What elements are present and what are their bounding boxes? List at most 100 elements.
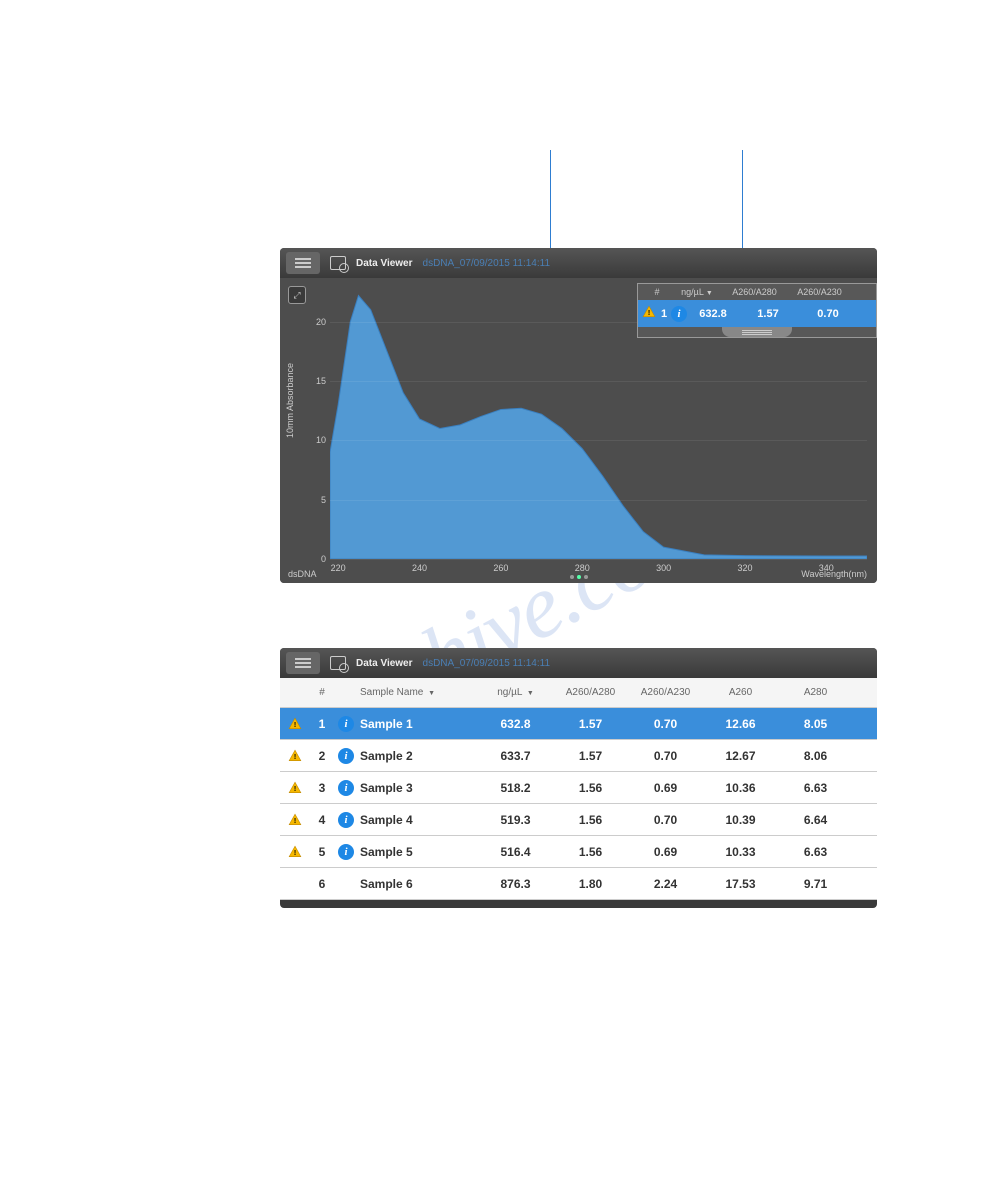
row-num: 5 [310,845,334,859]
toolbar: Data Viewer dsDNA_07/09/2015 11:14:11 [280,248,877,278]
svg-text:!: ! [294,721,296,728]
cell-ng: 518.2 [478,781,553,795]
sample-name: Sample 1 [358,717,478,731]
x-tick: 300 [656,563,671,573]
y-tick: 15 [310,376,326,386]
info-icon[interactable]: i [338,812,354,828]
cell-a280: 6.63 [778,845,853,859]
cell-a260: 10.39 [703,813,778,827]
cell-a260-a280: 1.56 [553,781,628,795]
row-r2: 0.70 [798,308,858,320]
info-icon[interactable]: i [671,306,687,322]
cell-ng: 876.3 [478,877,553,891]
row-r1: 1.57 [738,308,798,320]
x-tick: 280 [575,563,590,573]
col-a260-a230[interactable]: A260/A230 [787,287,852,297]
svg-text:!: ! [294,817,296,824]
col-ng[interactable]: ng/µL ▼ [478,687,553,698]
x-axis-label: Wavelength(nm) [801,569,867,579]
overlay-header: # ng/µL▼ A260/A280 A260/A230 [638,284,876,300]
cell-a260-a280: 1.56 [553,845,628,859]
row-num: 6 [310,877,334,891]
x-tick: 240 [412,563,427,573]
row-ng: 632.8 [688,308,738,320]
col-a260-a280[interactable]: A260/A280 [722,287,787,297]
warning-icon: ! [288,813,302,827]
cell-a260: 10.36 [703,781,778,795]
y-tick: 10 [310,435,326,445]
x-tick: 340 [819,563,834,573]
row-num: 2 [310,749,334,763]
dot-active[interactable] [577,575,581,579]
cell-a260: 10.33 [703,845,778,859]
cell-a260-a280: 1.80 [553,877,628,891]
table-row[interactable]: !3iSample 3518.21.560.6910.366.63 [280,772,877,804]
cell-a280: 9.71 [778,877,853,891]
info-icon[interactable]: i [338,748,354,764]
sample-name: Sample 5 [358,845,478,859]
row-num: 1 [658,308,670,320]
warning-icon: ! [288,749,302,763]
sample-name: Sample 3 [358,781,478,795]
menu-button[interactable] [286,252,320,274]
expand-button[interactable]: ⤢ [288,286,306,304]
col-a260-a280[interactable]: A260/A280 [553,687,628,698]
y-tick: 5 [310,495,326,505]
cell-ng: 516.4 [478,845,553,859]
y-tick: 0 [310,554,326,564]
callout-line [742,150,743,260]
cell-a260-a230: 0.69 [628,845,703,859]
sample-name: Sample 4 [358,813,478,827]
cell-a280: 6.63 [778,781,853,795]
chart-body: ⤢ 10mm Absorbance Wavelength(nm) dsDNA 0… [280,278,877,583]
menu-button[interactable] [286,652,320,674]
row-num: 1 [310,717,334,731]
cell-a260: 12.66 [703,717,778,731]
col-ng[interactable]: ng/µL▼ [672,287,722,297]
y-tick: 20 [310,317,326,327]
cell-a260-a280: 1.57 [553,717,628,731]
info-icon[interactable]: i [338,780,354,796]
row-num: 3 [310,781,334,795]
dot[interactable] [570,575,574,579]
toolbar: Data Viewer dsDNA_07/09/2015 11:14:11 [280,648,877,678]
overlay-table[interactable]: # ng/µL▼ A260/A280 A260/A230 ! 1 i 632.8… [637,283,877,338]
col-a260-a230[interactable]: A260/A230 [628,687,703,698]
warning-icon: ! [288,717,302,731]
info-icon[interactable]: i [338,844,354,860]
cell-a280: 8.06 [778,749,853,763]
col-num[interactable]: # [642,287,672,297]
table-row[interactable]: !2iSample 2633.71.570.7012.678.06 [280,740,877,772]
cell-a280: 8.05 [778,717,853,731]
app-title: Data Viewer [356,658,413,669]
data-viewer-icon[interactable] [330,656,346,670]
col-name[interactable]: Sample Name ▼ [358,687,478,698]
warning-icon: ! [288,781,302,795]
data-table: # Sample Name ▼ ng/µL ▼ A260/A280 A260/A… [280,678,877,900]
table-row[interactable]: 6Sample 6876.31.802.2417.539.71 [280,868,877,900]
cell-a260-a280: 1.57 [553,749,628,763]
table-row[interactable]: ! 5i Sample 5516.41.560.6910.336.63 [280,836,877,868]
cell-a260-a230: 0.70 [628,749,703,763]
warning-icon: ! [642,305,656,319]
filename-label[interactable]: dsDNA_07/09/2015 11:14:11 [423,258,551,269]
cell-a260: 12.67 [703,749,778,763]
data-viewer-icon[interactable] [330,256,346,270]
col-a280[interactable]: A280 [778,687,853,698]
dot[interactable] [584,575,588,579]
col-num[interactable]: # [310,687,334,698]
info-icon[interactable]: i [338,716,354,732]
filename-label[interactable]: dsDNA_07/09/2015 11:14:11 [423,658,551,669]
overlay-row[interactable]: ! 1 i 632.8 1.57 0.70 [638,300,876,327]
col-a260[interactable]: A260 [703,687,778,698]
drag-handle[interactable] [722,327,792,337]
page-dots[interactable] [570,575,588,579]
svg-text:!: ! [294,849,296,856]
cell-a260-a280: 1.56 [553,813,628,827]
table-row[interactable]: !1iSample 1632.81.570.7012.668.05 [280,708,877,740]
table-row[interactable]: !4iSample 4519.31.560.7010.396.64 [280,804,877,836]
cell-a260-a230: 2.24 [628,877,703,891]
x-tick: 220 [331,563,346,573]
app-title: Data Viewer [356,258,413,269]
x-tick: 320 [737,563,752,573]
